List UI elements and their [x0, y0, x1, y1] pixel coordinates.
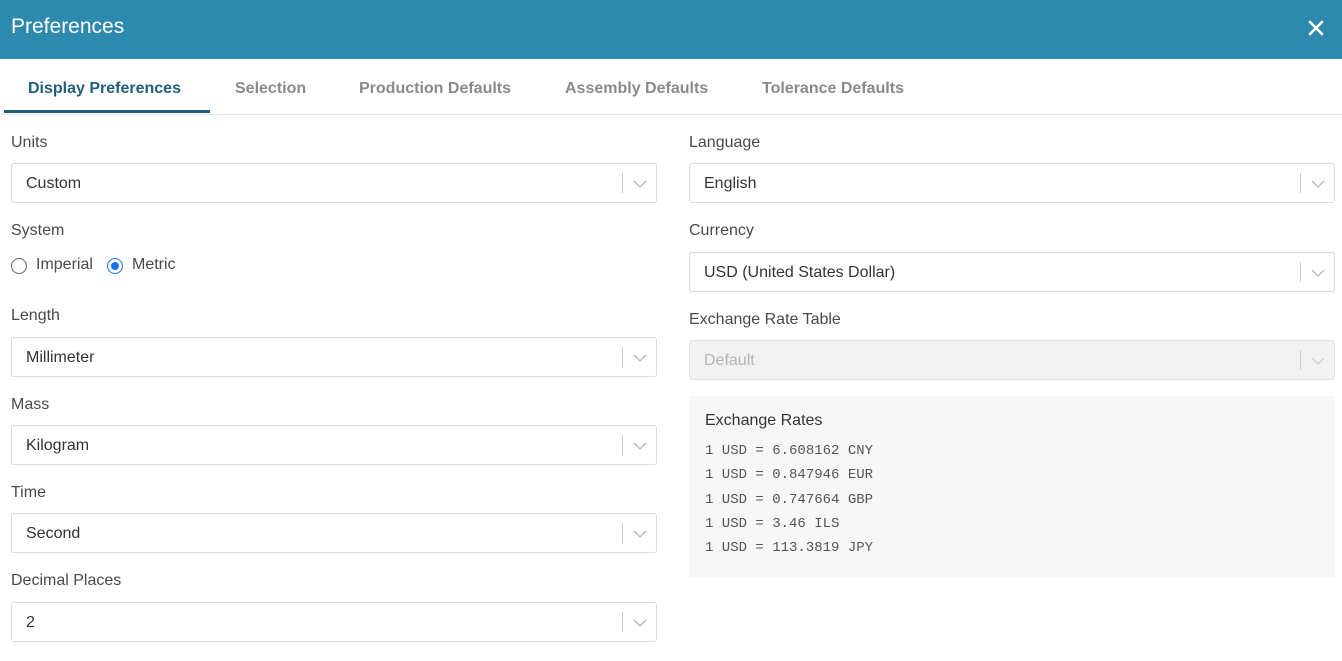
exchange-rate-cny: 1 USD = 6.608162 CNY: [705, 443, 874, 459]
chevron-down-icon: [632, 615, 648, 631]
tab-display-preferences[interactable]: Display Preferences: [28, 80, 181, 98]
exchange-rate-jpy: 1 USD = 113.3819 JPY: [705, 540, 874, 557]
system-label: System: [11, 222, 65, 239]
decimal-places-value: 2: [26, 614, 35, 631]
language-label: Language: [689, 134, 761, 151]
mass-select[interactable]: Kilogram: [11, 425, 657, 465]
radio-circle: [11, 258, 27, 274]
radio-imperial-label: Imperial: [36, 256, 93, 273]
language-select[interactable]: English: [689, 163, 1335, 203]
radio-circle: [107, 258, 123, 274]
active-tab-indicator: [4, 110, 210, 113]
chevron-down-icon: [632, 526, 648, 542]
units-value: Custom: [26, 175, 82, 192]
units-label: Units: [11, 134, 48, 151]
length-select[interactable]: Millimeter: [11, 337, 657, 377]
select-separator: [1300, 350, 1301, 370]
select-separator: [622, 173, 623, 193]
time-select[interactable]: Second: [11, 513, 657, 553]
exchange-rate-table-label: Exchange Rate Table: [689, 311, 841, 328]
tab-bar: Display Preferences Selection Production…: [0, 59, 1342, 115]
select-separator: [622, 435, 623, 455]
length-label: Length: [11, 307, 60, 324]
currency-label: Currency: [689, 222, 754, 239]
currency-select[interactable]: USD (United States Dollar): [689, 252, 1335, 292]
decimal-places-select[interactable]: 2: [11, 602, 657, 642]
exchange-rate-table-value: Default: [704, 352, 755, 369]
select-separator: [1300, 173, 1301, 193]
tab-production-defaults[interactable]: Production Defaults: [359, 80, 511, 98]
tab-selection[interactable]: Selection: [235, 80, 306, 98]
exchange-rate-ils: 1 USD = 3.46 ILS: [705, 515, 840, 532]
select-separator: [622, 347, 623, 367]
length-value: Millimeter: [26, 349, 95, 366]
exchange-rates-list: 1 USD = 6.608162 CNY 1 USD = 0.847946 EU…: [705, 443, 873, 564]
mass-label: Mass: [11, 396, 50, 413]
currency-value: USD (United States Dollar): [704, 264, 896, 281]
tab-assembly-defaults[interactable]: Assembly Defaults: [565, 80, 708, 98]
exchange-rates-title: Exchange Rates: [705, 412, 823, 429]
units-select[interactable]: Custom: [11, 163, 657, 203]
close-icon[interactable]: [1305, 17, 1327, 39]
mass-value: Kilogram: [26, 437, 90, 454]
select-separator: [622, 523, 623, 543]
tab-tolerance-defaults[interactable]: Tolerance Defaults: [762, 80, 904, 98]
decimal-places-label: Decimal Places: [11, 572, 122, 589]
radio-metric-label: Metric: [132, 256, 176, 273]
chevron-down-icon: [632, 176, 648, 192]
language-value: English: [704, 175, 757, 192]
exchange-rate-eur: 1 USD = 0.847946 EUR: [705, 467, 874, 484]
select-separator: [1300, 262, 1301, 282]
exchange-rate-gbp: 1 USD = 0.747664 GBP: [705, 491, 874, 508]
dialog-title: Preferences: [11, 15, 125, 38]
exchange-rate-table-select: Default: [689, 340, 1335, 380]
time-value: Second: [26, 525, 81, 542]
time-label: Time: [11, 484, 46, 501]
chevron-down-icon: [1310, 353, 1326, 369]
chevron-down-icon: [1310, 176, 1326, 192]
select-separator: [622, 612, 623, 632]
chevron-down-icon: [1310, 265, 1326, 281]
chevron-down-icon: [632, 438, 648, 454]
dialog-header: Preferences: [0, 0, 1342, 59]
chevron-down-icon: [632, 350, 648, 366]
exchange-rates-panel: Exchange Rates 1 USD = 6.608162 CNY 1 US…: [689, 396, 1335, 577]
